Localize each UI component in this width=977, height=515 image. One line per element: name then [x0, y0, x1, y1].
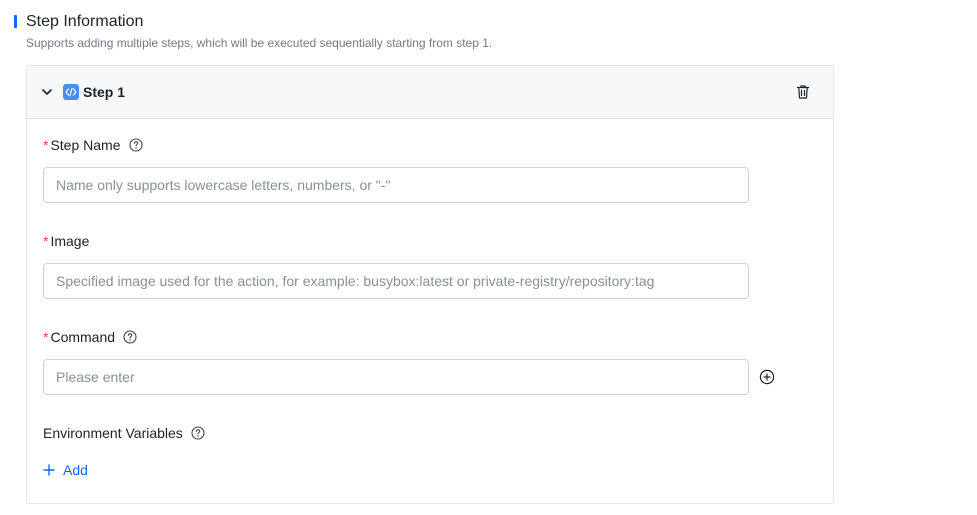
step-name-label: * Step Name [43, 136, 143, 154]
add-env-var-label: Add [63, 462, 88, 478]
help-icon[interactable] [128, 138, 143, 152]
help-icon[interactable] [123, 330, 137, 344]
section-accent-bar [14, 15, 17, 28]
command-input[interactable] [43, 359, 749, 395]
step-name-input[interactable] [43, 167, 749, 203]
trash-icon[interactable] [795, 84, 811, 100]
image-input[interactable] [43, 263, 749, 299]
section-description: Supports adding multiple steps, which wi… [26, 36, 493, 50]
section-title: Step Information [26, 13, 144, 30]
image-label-text: Image [50, 233, 90, 249]
required-mark: * [43, 233, 49, 249]
plus-icon [43, 464, 55, 476]
code-icon [63, 84, 79, 100]
help-icon[interactable] [191, 426, 205, 440]
step-card: Step 1 * Step Name * Image * Command [26, 65, 834, 504]
step-title: Step 1 [83, 84, 126, 100]
step-header[interactable]: Step 1 [27, 66, 833, 119]
required-mark: * [43, 137, 49, 153]
chevron-down-icon[interactable] [41, 86, 53, 98]
command-label-text: Command [50, 329, 116, 345]
required-mark: * [43, 329, 49, 345]
command-label: * Command [43, 328, 137, 346]
add-env-var-button[interactable]: Add [43, 461, 88, 479]
image-label: * Image [43, 232, 89, 250]
step-name-label-text: Step Name [50, 137, 121, 153]
plus-circle-icon[interactable] [759, 369, 775, 385]
env-vars-label-text: Environment Variables [43, 425, 183, 441]
env-vars-label: Environment Variables [43, 424, 205, 442]
